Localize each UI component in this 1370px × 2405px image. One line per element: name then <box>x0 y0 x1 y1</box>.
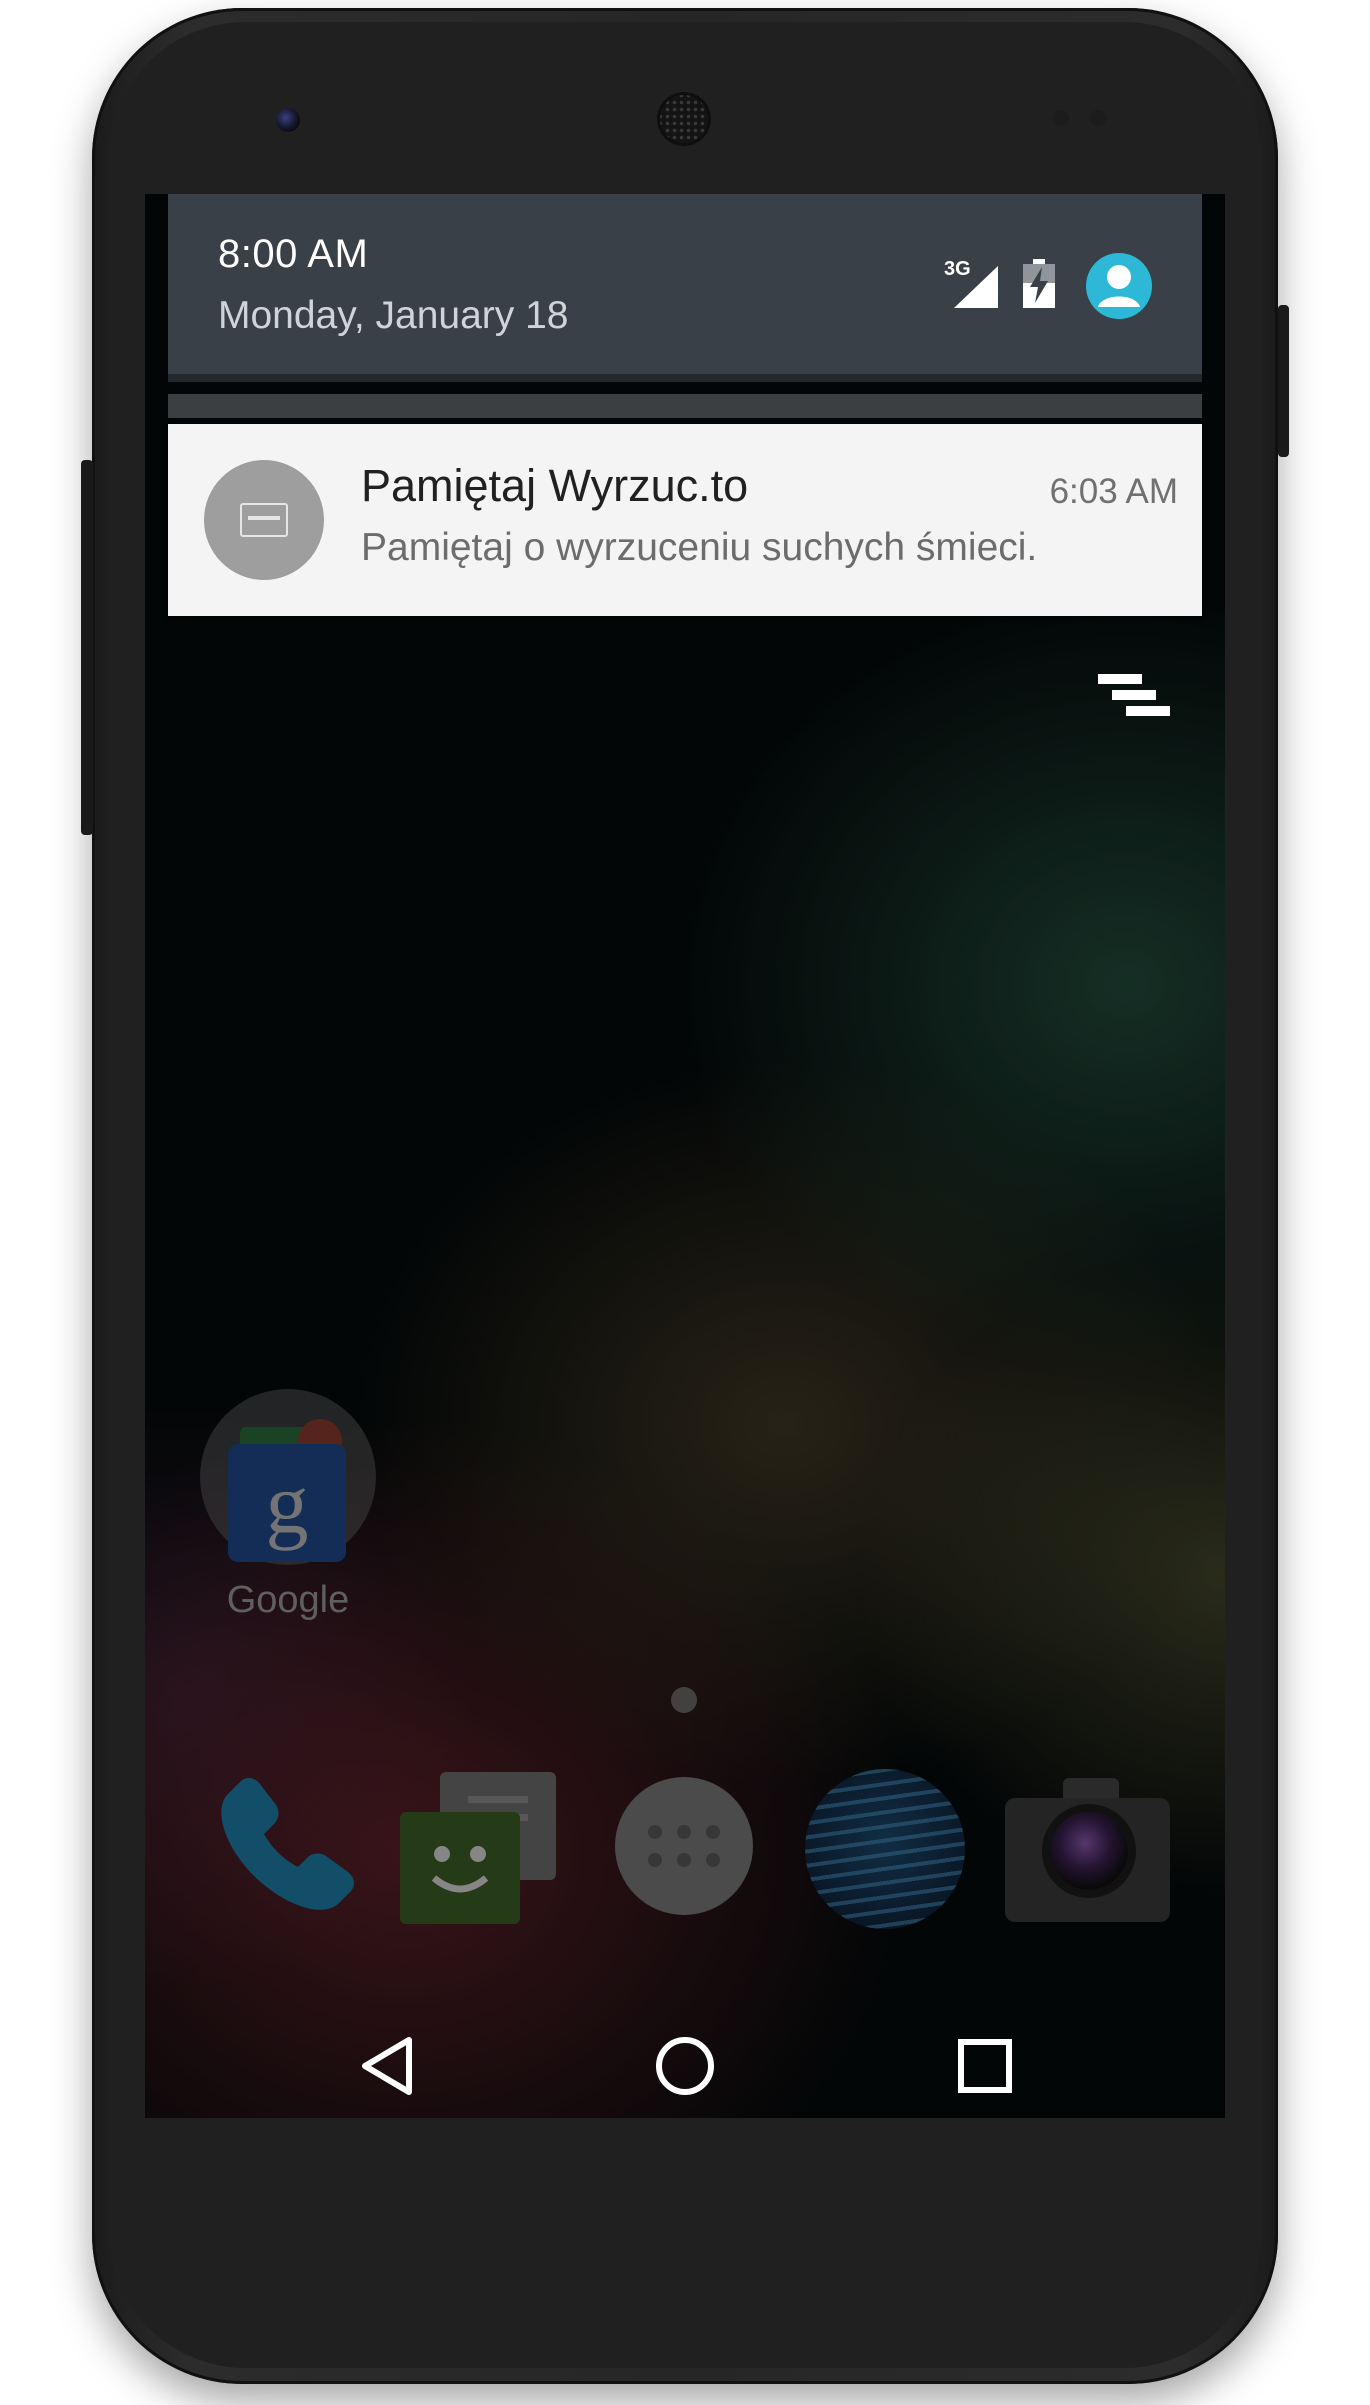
notification-shade-header[interactable]: 8:00 AM Monday, January 18 3G <box>168 194 1202 374</box>
back-icon[interactable] <box>357 2034 421 2098</box>
quick-settings-handle[interactable] <box>168 394 1202 418</box>
date: Monday, January 18 <box>218 294 569 337</box>
home-icon[interactable] <box>653 2034 717 2098</box>
smiley-bubble-icon <box>400 1812 520 1924</box>
clock: 8:00 AM <box>218 232 369 276</box>
messenger-icon[interactable] <box>400 1772 560 1924</box>
battery-charging-icon <box>1022 258 1056 314</box>
screen: g Google 8:00 AM Monday, January 18 3G P… <box>145 194 1225 2118</box>
power-button <box>1278 305 1289 457</box>
notification-text: Pamiętaj o wyrzuceniu suchych śmieci. <box>361 526 1038 569</box>
front-camera <box>276 108 300 132</box>
signal-icon: 3G <box>944 258 1000 310</box>
page-indicator <box>671 1687 697 1713</box>
volume-button <box>81 460 93 835</box>
notification-title: Pamiętaj Wyrzuc.to <box>361 460 749 511</box>
app-icon <box>204 460 324 580</box>
app-drawer-icon[interactable] <box>615 1777 753 1915</box>
notification-time: 6:03 AM <box>1049 472 1178 511</box>
trash-bin-icon <box>240 503 288 537</box>
clear-all-icon[interactable] <box>1098 674 1170 730</box>
navigation-bar <box>145 2014 1225 2118</box>
google-search-icon: g <box>228 1444 346 1562</box>
camera-lens <box>1050 1812 1128 1890</box>
folder-label: Google <box>226 1579 350 1621</box>
earpiece-speaker <box>657 92 711 146</box>
light-sensor <box>1090 110 1106 126</box>
google-folder[interactable]: g <box>200 1389 376 1565</box>
recents-icon[interactable] <box>953 2034 1017 2098</box>
phone-icon[interactable] <box>200 1764 370 1934</box>
camera-icon[interactable] <box>1005 1774 1170 1924</box>
browser-icon[interactable] <box>805 1769 965 1929</box>
user-avatar-icon[interactable] <box>1086 253 1152 319</box>
proximity-sensor <box>1053 110 1069 126</box>
status-icons: 3G <box>944 250 1152 322</box>
notification-card[interactable]: Pamiętaj Wyrzuc.to 6:03 AM Pamiętaj o wy… <box>168 424 1202 616</box>
